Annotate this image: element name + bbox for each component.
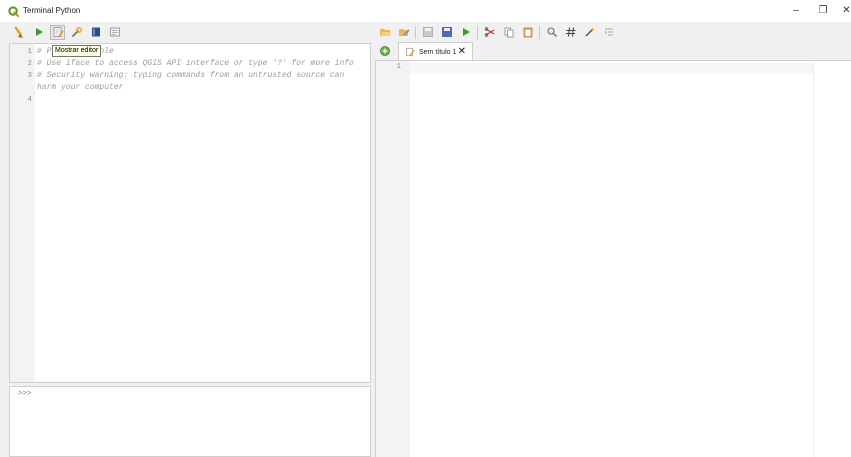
- play-icon: [35, 28, 43, 36]
- help-button[interactable]: [88, 25, 103, 40]
- save-as-button[interactable]: [439, 25, 454, 40]
- tab-untitled-1[interactable]: Sem título 1 ✕: [398, 42, 473, 61]
- console-line: 3 # Security warning: typing commands fr…: [10, 70, 370, 82]
- show-editor-tooltip: Mostrar editor: [52, 45, 102, 57]
- find-button[interactable]: [544, 25, 559, 40]
- folder-open-icon: [379, 29, 391, 36]
- minimize-button[interactable]: –: [787, 4, 805, 18]
- editor-tab-bar: Sem título 1 ✕: [375, 42, 851, 61]
- options-button[interactable]: [69, 25, 84, 40]
- title-bar: Terminal Python – ❐ ✕: [0, 0, 851, 22]
- run-command-button[interactable]: [31, 25, 46, 40]
- qgis-logo-icon: [8, 6, 19, 17]
- new-tab-icon[interactable]: [379, 45, 391, 57]
- console-line: harm your computer: [10, 82, 370, 94]
- save-button[interactable]: [420, 25, 435, 40]
- clear-console-button[interactable]: [12, 25, 27, 40]
- console-line-text: # Use iface to access QGIS API interface…: [37, 59, 354, 68]
- console-input[interactable]: >>>: [9, 386, 371, 457]
- edge-guide-line: [813, 61, 814, 457]
- show-editor-button[interactable]: [50, 24, 65, 40]
- line-number: 1: [27, 48, 32, 56]
- open-in-external-editor-button[interactable]: [396, 25, 411, 40]
- tab-label: Sem título 1: [419, 48, 457, 56]
- external-editor-icon: [398, 29, 410, 36]
- console-line: 4: [10, 94, 370, 106]
- brush-icon: [14, 26, 23, 38]
- indent-icon: [604, 28, 613, 36]
- toolbar-separator: [477, 25, 478, 39]
- window-title: Terminal Python: [23, 6, 81, 15]
- object-inspector-button[interactable]: [582, 25, 597, 40]
- scissors-icon: [484, 27, 494, 37]
- current-line-highlight: [410, 63, 814, 74]
- cut-button[interactable]: [482, 25, 497, 40]
- search-icon: [546, 27, 557, 37]
- copy-icon: [504, 27, 513, 38]
- console-toolbar: [12, 22, 126, 42]
- python-console-window: Terminal Python – ❐ ✕ 1 # 2 # Use iface …: [0, 0, 851, 457]
- script-file-icon: [406, 47, 415, 57]
- indent-button[interactable]: [601, 25, 616, 40]
- save-icon: [422, 27, 433, 37]
- toggle-comment-button[interactable]: [563, 25, 578, 40]
- line-number: 4: [27, 96, 32, 104]
- open-script-button[interactable]: [377, 25, 392, 40]
- console-line: 2 # Use iface to access QGIS API interfa…: [10, 58, 370, 70]
- console-prompt: >>>: [18, 390, 32, 398]
- paste-icon: [523, 27, 532, 38]
- toolbar-separator: [539, 25, 540, 39]
- book-icon: [91, 27, 100, 37]
- console-line-text: # Security warning: typing commands from…: [37, 71, 345, 80]
- wrench-icon: [71, 27, 82, 37]
- copy-button[interactable]: [501, 25, 516, 40]
- restore-button[interactable]: ❐: [814, 4, 832, 18]
- editor-toolbar: [377, 22, 620, 42]
- hash-icon: [565, 27, 575, 37]
- line-number: 3: [27, 72, 32, 80]
- close-window-button[interactable]: ✕: [842, 4, 851, 18]
- save-as-icon: [441, 27, 452, 37]
- close-tab-button[interactable]: ✕: [458, 46, 466, 58]
- run-script-button[interactable]: [458, 25, 473, 40]
- toolbar-separator: [415, 25, 416, 39]
- settings-button[interactable]: [107, 25, 122, 40]
- settings-panel-icon: [109, 27, 120, 37]
- editor-line-gutter: [376, 61, 410, 457]
- console-line-text: harm your computer: [37, 83, 124, 92]
- line-number: 2: [27, 60, 32, 68]
- editor-icon: [53, 27, 64, 37]
- paste-button[interactable]: [520, 25, 535, 40]
- script-editor[interactable]: 1: [375, 60, 851, 457]
- play-icon: [462, 28, 470, 36]
- line-number: 1: [396, 63, 401, 71]
- console-output[interactable]: 1 # Python Console 2 # Use iface to acce…: [9, 43, 371, 383]
- magic-wand-icon: [584, 27, 595, 37]
